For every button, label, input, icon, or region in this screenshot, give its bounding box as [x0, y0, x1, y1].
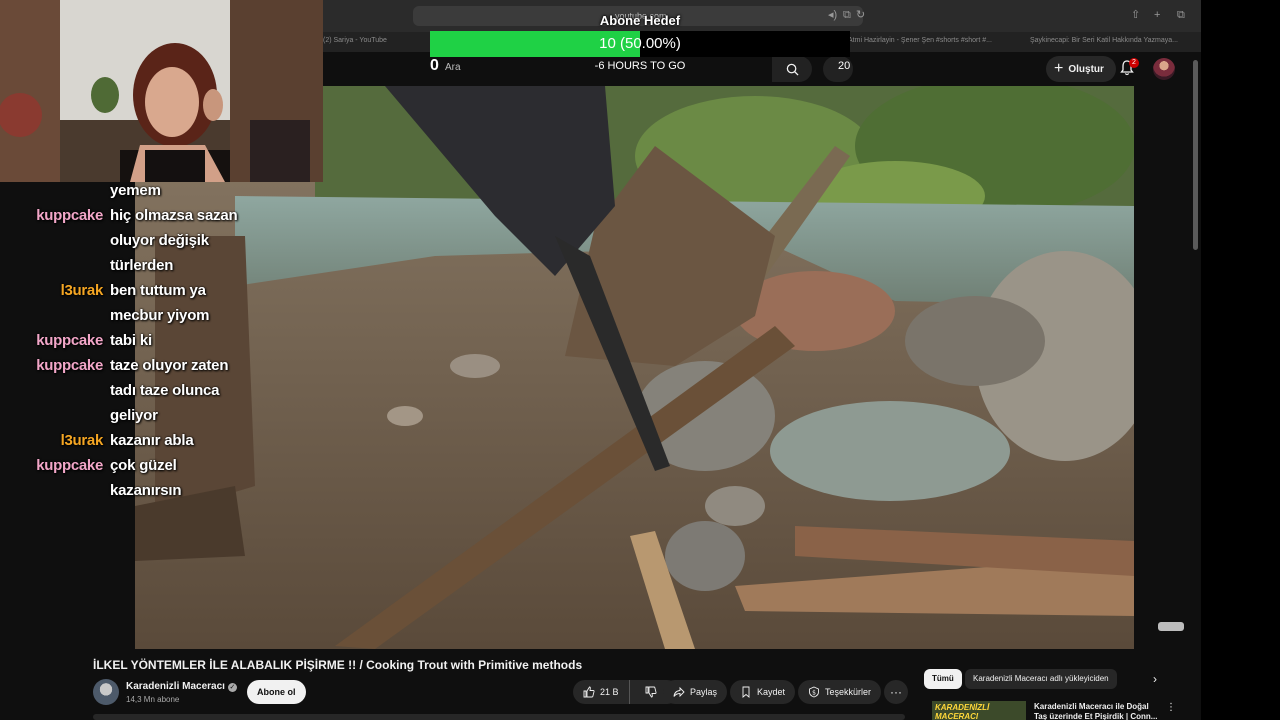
chat-message: tabi ki: [110, 332, 152, 349]
chat-username[interactable]: kuppcake: [0, 357, 103, 374]
bookmark-icon: [742, 686, 750, 698]
chat-message: çok güzel: [110, 457, 177, 474]
chip-uploader[interactable]: Karadenizli Maceracı adlı yükleyiciden: [965, 669, 1117, 689]
channel-avatar[interactable]: [93, 679, 119, 705]
like-count: 21 B: [600, 687, 619, 697]
channel-name[interactable]: Karadenizli Maceracı ✓: [126, 681, 237, 692]
share-label: Paylaş: [690, 687, 718, 697]
notification-badge: 2: [1129, 58, 1139, 68]
thanks-label: Teşekkürler: [825, 687, 872, 697]
create-label: Oluştur: [1068, 63, 1104, 75]
goal-timer: -6 HOURS TO GO: [594, 60, 686, 72]
thanks-button[interactable]: $ Teşekkürler: [798, 680, 882, 704]
verified-icon: ✓: [227, 683, 237, 692]
recommendation-menu-icon[interactable]: ⋮: [1166, 702, 1176, 713]
like-button[interactable]: 21 B: [573, 680, 630, 704]
more-icon: ···: [890, 685, 902, 699]
thanks-icon: $: [809, 686, 819, 698]
channel-watermark[interactable]: [1158, 622, 1184, 631]
description-box-edge: [93, 714, 905, 720]
plus-icon: +: [1054, 60, 1064, 77]
chip-all[interactable]: Tümü: [924, 669, 962, 689]
chevron-right-icon[interactable]: ›: [1153, 669, 1157, 689]
outer-margin: [1201, 0, 1280, 720]
goal-title: Abone Hedef: [599, 13, 681, 28]
chat-message: türlerden: [110, 257, 174, 274]
streamer-webcam: [0, 0, 323, 182]
video-title: İLKEL YÖNTEMLER İLE ALABALIK PİŞİRME !! …: [93, 658, 583, 672]
reload-icon[interactable]: ↻: [856, 9, 865, 21]
tab-1[interactable]: (2) Sariya - YouTube: [323, 37, 387, 44]
save-label: Kaydet: [757, 687, 786, 697]
tab-2[interactable]: Atmi Hazirlayin - Şener Şen #shorts #sho…: [848, 37, 992, 44]
chat-message: geliyor: [110, 407, 158, 424]
create-button[interactable]: + Oluştur: [1046, 56, 1116, 82]
more-actions-button[interactable]: ···: [884, 680, 908, 704]
share-icon[interactable]: ⇧: [1131, 9, 1140, 21]
tab-overview-icon[interactable]: ⧉: [1177, 9, 1185, 21]
goal-progress-text: 10 (50.00%): [599, 35, 681, 52]
chat-username[interactable]: kuppcake: [0, 332, 103, 349]
goal-progress-bar: 10 (50.00%): [430, 31, 850, 57]
channel-name-text: Karadenizli Maceracı: [126, 681, 225, 692]
thumbnail-text: KARADENİZLİ MACERACI: [935, 703, 990, 720]
share-arrow-icon: [673, 686, 685, 698]
goal-target-count: 20: [838, 60, 851, 72]
webcam-image: [0, 0, 323, 182]
dislike-button[interactable]: [635, 680, 667, 704]
thumbs-up-icon: [583, 686, 595, 698]
thumbs-down-icon: [645, 686, 657, 698]
recommendation-thumbnail[interactable]: KARADENİZLİ MACERACI: [932, 701, 1026, 720]
save-button[interactable]: Kaydet: [730, 680, 796, 704]
subscribe-button[interactable]: Abone ol: [247, 680, 306, 704]
recommendation-title[interactable]: Karadenizli Maceracı ile Doğal Taş üzeri…: [1034, 702, 1159, 720]
page-scrollbar[interactable]: [1193, 60, 1198, 250]
chat-message: tadı taze olunca: [110, 382, 220, 399]
screen: ▤ youtube.com ◂) ⧉ ↻ ⇧ + ⧉ (2) Sariya - …: [0, 0, 1280, 720]
share-button[interactable]: Paylaş: [663, 680, 728, 704]
chat-message: hiç olmazsa sazan: [110, 207, 238, 224]
chat-message: kazanırsın: [110, 482, 182, 499]
tab-3[interactable]: Şaykinecapi: Bir Seri Katil Hakkında Yaz…: [1030, 37, 1178, 44]
chat-message: oluyor değişik: [110, 232, 209, 249]
chat-message: taze oluyor zaten: [110, 357, 229, 374]
chat-message: ben tuttum ya: [110, 282, 206, 299]
svg-text:$: $: [812, 689, 816, 696]
chat-username[interactable]: kuppcake: [0, 457, 103, 474]
chat-message: kazanır abla: [110, 432, 194, 449]
chat-username[interactable]: l3urak: [0, 432, 104, 449]
account-avatar[interactable]: [1153, 58, 1175, 80]
chat-message: mecbur yiyom: [110, 307, 210, 324]
chat-username[interactable]: l3urak: [0, 282, 104, 299]
chat-message: yemem: [110, 182, 161, 199]
subscriber-count: 14,3 Mn abone: [126, 695, 180, 704]
new-tab-icon[interactable]: +: [1154, 9, 1160, 21]
chat-username[interactable]: kuppcake: [0, 207, 103, 224]
